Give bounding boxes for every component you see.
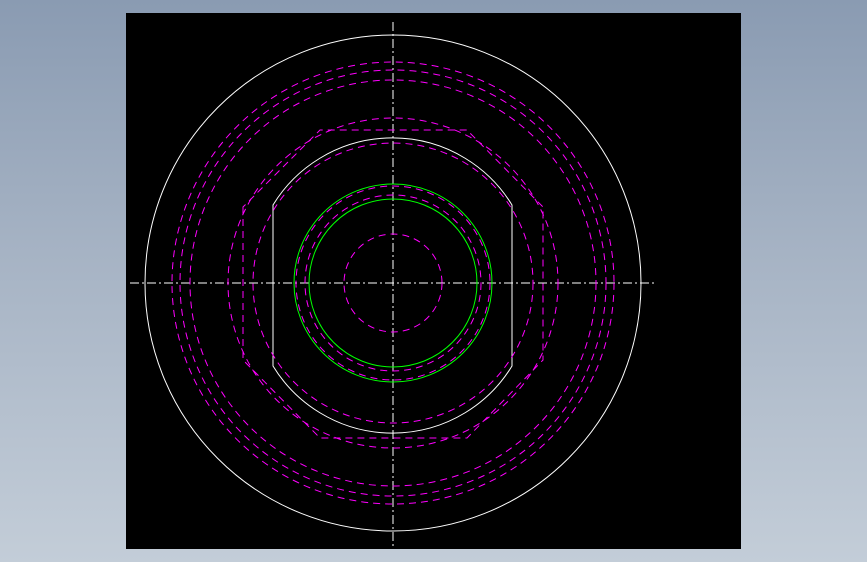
cad-drawing (130, 22, 655, 546)
cad-viewport[interactable] (126, 13, 741, 549)
